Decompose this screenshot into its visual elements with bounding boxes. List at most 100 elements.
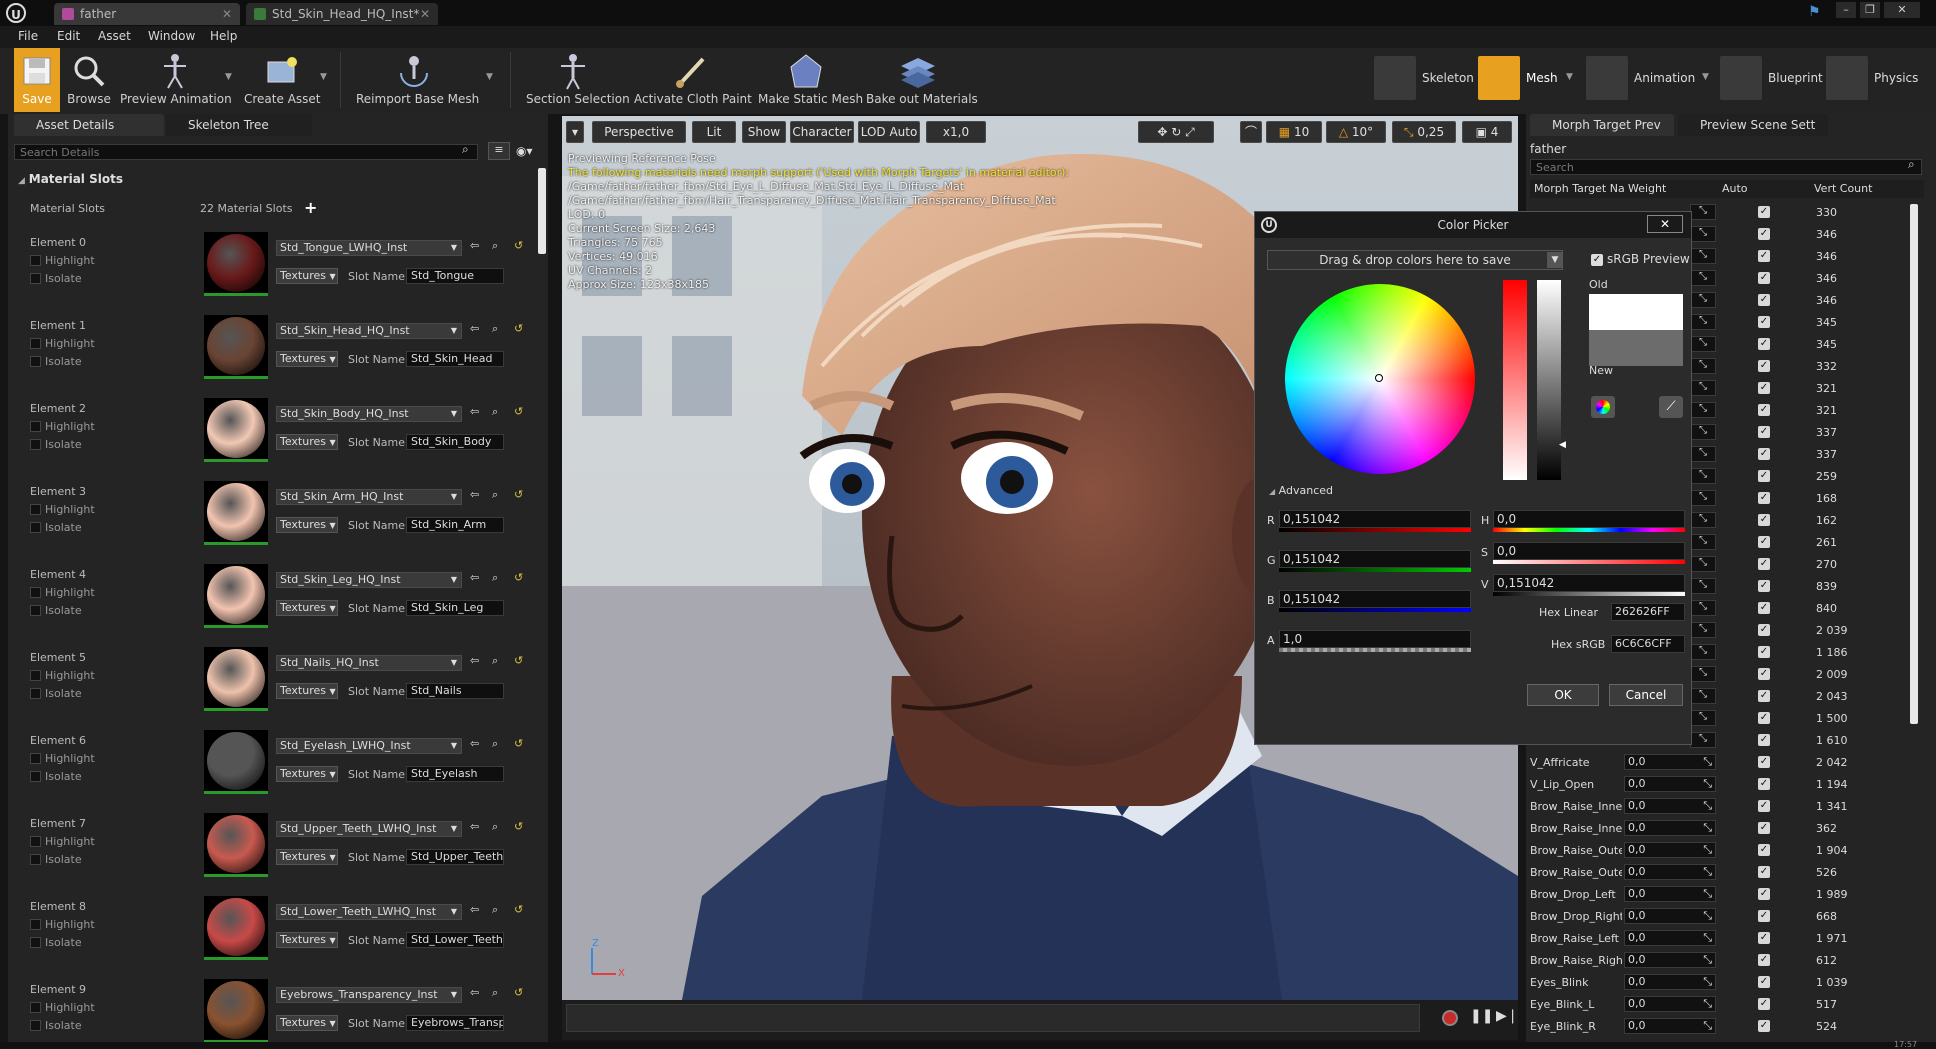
weight-drag-handle-icon[interactable]: ⤡	[1690, 424, 1716, 440]
highlight-checkbox[interactable]: Highlight	[30, 503, 95, 516]
camera-speed-button[interactable]: ▣ 4	[1462, 121, 1512, 143]
weight-drag-handle-icon[interactable]: ⤡	[1690, 402, 1716, 418]
auto-checkbox[interactable]: ✓	[1758, 294, 1770, 306]
surface-snap-icon[interactable]: ⌒	[1240, 121, 1262, 143]
color-wheel-cursor[interactable]	[1375, 374, 1383, 382]
weight-drag-handle-icon[interactable]: ⤡	[1690, 292, 1716, 308]
menu-window[interactable]: Window	[148, 29, 195, 43]
property-matrix-icon[interactable]: ≡	[488, 142, 510, 160]
use-selected-asset-icon[interactable]: ⇦	[470, 488, 479, 501]
slot-name-input[interactable]: Std_Lower_Teeth	[406, 932, 504, 948]
reset-to-default-icon[interactable]: ↺	[514, 654, 523, 667]
material-picker[interactable]: Std_Skin_Arm_HQ_Inst ▼	[276, 489, 462, 505]
textures-dropdown[interactable]: Textures ▼	[276, 517, 338, 533]
value-slider[interactable]	[1537, 280, 1561, 480]
weight-drag-handle-icon[interactable]: ⤡	[1690, 380, 1716, 396]
column-header-name[interactable]: Morph Target Na	[1534, 182, 1625, 195]
weight-input[interactable]: 0,0 ⤡	[1624, 820, 1716, 836]
browse-asset-icon[interactable]: ⌕	[492, 488, 498, 502]
isolate-checkbox[interactable]: Isolate	[30, 604, 82, 617]
reset-to-default-icon[interactable]: ↺	[514, 405, 523, 418]
auto-checkbox[interactable]: ✓	[1758, 316, 1770, 328]
close-window-button[interactable]: ✕	[1884, 2, 1920, 18]
browse-asset-icon[interactable]: ⌕	[492, 322, 498, 336]
material-thumbnail[interactable]	[204, 481, 268, 545]
dropdown-arrow-icon[interactable]: ▼	[1702, 72, 1709, 82]
auto-checkbox[interactable]: ✓	[1758, 250, 1770, 262]
material-slots-section-header[interactable]: ◢ Material Slots	[18, 172, 538, 186]
weight-drag-handle-icon[interactable]: ⤡	[1690, 622, 1716, 638]
auto-checkbox[interactable]: ✓	[1758, 426, 1770, 438]
reset-to-default-icon[interactable]: ↺	[514, 571, 523, 584]
browse-asset-icon[interactable]: ⌕	[492, 571, 498, 585]
weight-input[interactable]: 0,0 ⤡	[1624, 754, 1716, 770]
auto-checkbox[interactable]: ✓	[1758, 228, 1770, 240]
highlight-checkbox[interactable]: Highlight	[30, 835, 95, 848]
slot-name-input[interactable]: Std_Upper_Teeth	[406, 849, 504, 865]
highlight-checkbox[interactable]: Highlight	[30, 1001, 95, 1014]
browse-asset-icon[interactable]: ⌕	[492, 239, 498, 253]
auto-checkbox[interactable]: ✓	[1758, 800, 1770, 812]
material-thumbnail[interactable]	[204, 564, 268, 628]
material-picker[interactable]: Std_Skin_Leg_HQ_Inst ▼	[276, 572, 462, 588]
maximize-button[interactable]: ❐	[1860, 2, 1880, 18]
isolate-checkbox[interactable]: Isolate	[30, 770, 82, 783]
weight-drag-handle-icon[interactable]: ⤡	[1690, 490, 1716, 506]
auto-checkbox[interactable]: ✓	[1758, 492, 1770, 504]
slot-name-input[interactable]: Eyebrows_Transpa	[406, 1015, 504, 1031]
saturation-slider[interactable]	[1503, 280, 1527, 480]
textures-dropdown[interactable]: Textures ▼	[276, 1015, 338, 1031]
use-selected-asset-icon[interactable]: ⇦	[470, 405, 479, 418]
hex-srgb-input[interactable]: 6C6C6CFF	[1611, 635, 1685, 653]
auto-checkbox[interactable]: ✓	[1758, 602, 1770, 614]
weight-input[interactable]: 0,0 ⤡	[1624, 776, 1716, 792]
preview-animation-button[interactable]: Preview Animation	[120, 48, 232, 112]
material-picker[interactable]: Std_Skin_Body_HQ_Inst ▼	[276, 406, 462, 422]
reset-to-default-icon[interactable]: ↺	[514, 322, 523, 335]
playback-speed-button[interactable]: x1,0	[926, 121, 986, 143]
dropzone-dropdown-icon[interactable]: ▼	[1547, 252, 1563, 268]
eyedropper-icon[interactable]: ⟋	[1659, 396, 1683, 418]
lit-button[interactable]: Lit	[692, 121, 736, 143]
cancel-button[interactable]: Cancel	[1609, 684, 1683, 706]
auto-checkbox[interactable]: ✓	[1758, 932, 1770, 944]
color-wheel-mode-icon[interactable]	[1591, 396, 1615, 418]
weight-drag-handle-icon[interactable]: ⤡	[1690, 578, 1716, 594]
view-options-icon[interactable]: ◉▾	[516, 144, 533, 158]
auto-checkbox[interactable]: ✓	[1758, 1020, 1770, 1032]
isolate-checkbox[interactable]: Isolate	[30, 1019, 82, 1032]
hue-input[interactable]: 0,0	[1493, 510, 1685, 528]
use-selected-asset-icon[interactable]: ⇦	[470, 903, 479, 916]
reset-to-default-icon[interactable]: ↺	[514, 820, 523, 833]
mode-mesh[interactable]: Mesh	[1478, 52, 1574, 104]
auto-checkbox[interactable]: ✓	[1758, 624, 1770, 636]
column-header-auto[interactable]: Auto	[1722, 182, 1748, 195]
material-thumbnail[interactable]	[204, 979, 268, 1043]
value-input[interactable]: 0,151042	[1493, 574, 1685, 592]
section-selection-button[interactable]: Section Selection	[526, 48, 630, 112]
dropdown-arrow-icon[interactable]: ▼	[320, 72, 327, 82]
record-button[interactable]	[1442, 1010, 1458, 1026]
weight-drag-handle-icon[interactable]: ⤡	[1690, 336, 1716, 352]
auto-checkbox[interactable]: ✓	[1758, 514, 1770, 526]
auto-checkbox[interactable]: ✓	[1758, 668, 1770, 680]
auto-checkbox[interactable]: ✓	[1758, 888, 1770, 900]
reset-to-default-icon[interactable]: ↺	[514, 239, 523, 252]
weight-drag-handle-icon[interactable]: ⤡	[1690, 666, 1716, 682]
mode-blueprint[interactable]: Blueprint	[1720, 52, 1823, 104]
weight-drag-handle-icon[interactable]: ⤡	[1690, 468, 1716, 484]
isolate-checkbox[interactable]: Isolate	[30, 438, 82, 451]
use-selected-asset-icon[interactable]: ⇦	[470, 820, 479, 833]
weight-drag-handle-icon[interactable]: ⤡	[1690, 688, 1716, 704]
textures-dropdown[interactable]: Textures ▼	[276, 434, 338, 450]
pause-button[interactable]: ❚❚	[1470, 1008, 1493, 1024]
textures-dropdown[interactable]: Textures ▼	[276, 849, 338, 865]
weight-input[interactable]: 0,0 ⤡	[1624, 908, 1716, 924]
highlight-checkbox[interactable]: Highlight	[30, 752, 95, 765]
lod-auto-button[interactable]: LOD Auto	[858, 121, 920, 143]
material-picker[interactable]: Std_Nails_HQ_Inst ▼	[276, 655, 462, 671]
highlight-checkbox[interactable]: Highlight	[30, 254, 95, 267]
auto-checkbox[interactable]: ✓	[1758, 448, 1770, 460]
search-details-input[interactable]: Search Details	[14, 144, 478, 160]
old-color-swatch[interactable]	[1589, 294, 1683, 330]
